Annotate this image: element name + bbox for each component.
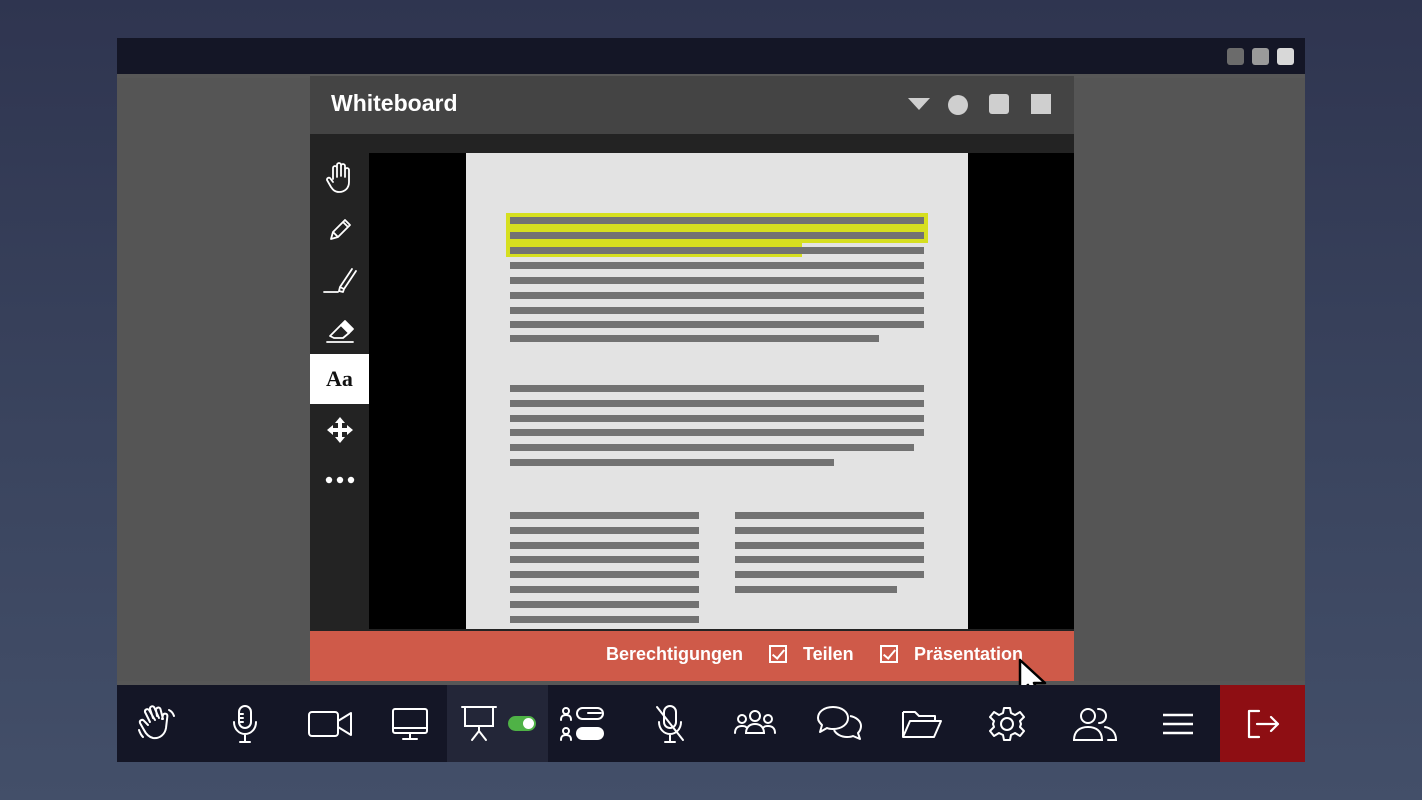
- text-line: [510, 542, 699, 549]
- whiteboard-toolbar: Aa: [310, 153, 369, 629]
- left-panel: [117, 78, 310, 681]
- text-line: [735, 571, 924, 578]
- mute-all-icon: [655, 704, 684, 743]
- presentation-icon: [461, 706, 497, 741]
- right-panel: [1074, 78, 1305, 681]
- leave-button[interactable]: [1220, 685, 1305, 762]
- text-line: [510, 385, 924, 392]
- eraser-icon: [325, 320, 354, 343]
- meeting-toolbar: [117, 685, 1305, 762]
- text-line: [510, 444, 914, 451]
- share-label[interactable]: Teilen: [803, 644, 854, 665]
- folder-icon: [902, 710, 942, 738]
- whiteboard-panel: Whiteboard Aa Berechtigungen Teilen Präs…: [310, 76, 1074, 681]
- raise-hand-icon: [138, 704, 175, 739]
- participants-icon: [733, 709, 776, 734]
- screen-share-icon: [391, 707, 428, 740]
- settings-icon: [989, 706, 1025, 741]
- leave-icon: [1247, 709, 1279, 738]
- caret-down-icon[interactable]: [908, 98, 930, 112]
- text-line: [510, 601, 699, 608]
- text-tool[interactable]: Aa: [310, 354, 369, 404]
- text-line: [510, 307, 924, 314]
- camera-button[interactable]: [287, 685, 372, 762]
- window-control-2[interactable]: [1252, 48, 1269, 65]
- pencil-icon: [329, 219, 351, 240]
- chat-icon: [816, 705, 862, 740]
- layout-icon: [560, 706, 604, 741]
- text-line: [510, 247, 924, 254]
- text-line: [510, 335, 879, 342]
- text-line: [510, 217, 924, 224]
- microphone-button[interactable]: [202, 685, 287, 762]
- highlighter-tool[interactable]: [310, 255, 369, 305]
- text-line: [510, 321, 924, 328]
- settings-button[interactable]: [967, 685, 1047, 762]
- chat-button[interactable]: [797, 685, 882, 762]
- share-checkbox[interactable]: [769, 645, 787, 663]
- more-icon: [325, 476, 354, 484]
- whiteboard-header: Whiteboard: [310, 76, 1074, 134]
- text-line: [735, 586, 897, 593]
- text-line: [510, 571, 699, 578]
- text-tool-icon: Aa: [326, 366, 353, 391]
- text-line: [735, 556, 924, 563]
- presentation-toggle[interactable]: [508, 716, 536, 731]
- move-icon: [326, 417, 353, 443]
- window-control-3[interactable]: [1277, 48, 1294, 65]
- users-icon: [1072, 707, 1117, 741]
- camera-icon: [307, 710, 352, 737]
- text-line: [510, 586, 699, 593]
- pencil-tool[interactable]: [310, 205, 369, 255]
- more-tool[interactable]: [310, 455, 369, 505]
- highlighter-icon: [322, 268, 357, 293]
- move-tool[interactable]: [310, 405, 369, 455]
- users-button[interactable]: [1052, 685, 1137, 762]
- conference-window: Whiteboard Aa Berechtigungen Teilen Präs…: [117, 38, 1305, 762]
- text-line: [735, 542, 924, 549]
- text-line: [510, 400, 924, 407]
- text-line: [510, 459, 834, 466]
- microphone-icon: [232, 704, 257, 743]
- text-line: [510, 415, 924, 422]
- text-line: [510, 232, 924, 239]
- text-line: [735, 512, 924, 519]
- permissions-label: Berechtigungen: [606, 644, 744, 664]
- presentation-label[interactable]: Präsentation: [914, 644, 1023, 665]
- square-icon[interactable]: [1031, 94, 1051, 114]
- hand-tool[interactable]: [310, 153, 369, 203]
- layout-button[interactable]: [548, 685, 618, 762]
- text-line: [510, 277, 924, 284]
- text-line: [510, 262, 924, 269]
- square-icon[interactable]: [989, 94, 1009, 114]
- whiteboard-canvas[interactable]: [369, 153, 1074, 629]
- menu-icon: [1163, 713, 1193, 734]
- presentation-button[interactable]: [447, 685, 548, 762]
- window-control-1[interactable]: [1227, 48, 1244, 65]
- eraser-tool[interactable]: [310, 305, 369, 355]
- text-line: [510, 292, 924, 299]
- permissions-bar: Berechtigungen Teilen Präsentation: [310, 631, 1074, 681]
- text-line: [510, 429, 924, 436]
- menu-button[interactable]: [1137, 685, 1219, 762]
- screen-share-button[interactable]: [372, 685, 447, 762]
- text-line: [510, 556, 699, 563]
- mute-all-button[interactable]: [627, 685, 712, 762]
- text-line: [510, 512, 699, 519]
- hand-icon: [325, 162, 350, 193]
- window-titlebar: [117, 38, 1305, 74]
- document-page: [466, 153, 968, 629]
- folder-button[interactable]: [882, 685, 962, 762]
- text-line: [510, 616, 699, 623]
- text-line: [735, 527, 924, 534]
- circle-icon[interactable]: [947, 94, 969, 116]
- raise-hand-button[interactable]: [117, 685, 197, 762]
- text-line: [510, 527, 699, 534]
- presentation-checkbox[interactable]: [880, 645, 898, 663]
- participants-button[interactable]: [712, 685, 797, 762]
- whiteboard-title: Whiteboard: [331, 90, 458, 116]
